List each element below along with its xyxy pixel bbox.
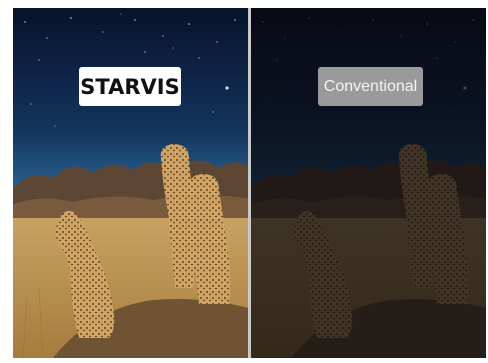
starvis-panel: STARVIS <box>13 8 248 358</box>
comparison-image: STARVIS Conventional <box>13 8 486 358</box>
cheetah-scene-image <box>13 8 248 358</box>
cheetah-scene-image-dark <box>251 8 486 358</box>
conventional-panel: Conventional <box>251 8 486 358</box>
conventional-label: Conventional <box>318 67 423 106</box>
starvis-label: STARVIS <box>79 67 181 106</box>
